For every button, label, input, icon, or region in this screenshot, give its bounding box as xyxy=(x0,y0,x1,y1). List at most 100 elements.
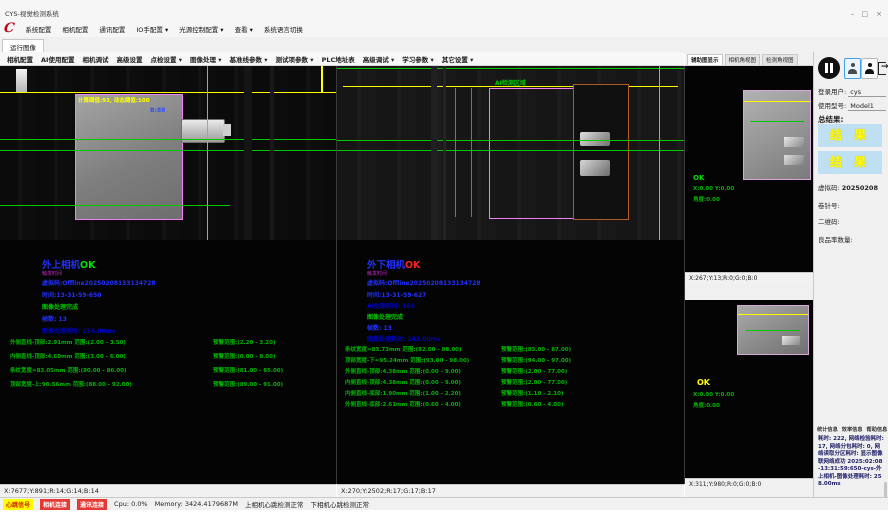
aux-overlay-line: 角度:0.00 xyxy=(693,401,720,409)
process-done-line: 图像处理完成 xyxy=(367,312,403,321)
pixel-readout-aux-2: X:311;Y:980;R:0;G:0;B:0 xyxy=(685,478,813,490)
measure-line-green xyxy=(0,139,336,140)
login-user-value: cys xyxy=(848,88,886,97)
menu-item-light-config[interactable]: 光源控制配置 ▾ xyxy=(179,24,223,34)
result-ok-label: OK xyxy=(405,260,420,271)
logout-arrow-icon: → xyxy=(881,62,888,73)
toolbar-item-ai-usage[interactable]: AI使用配置 xyxy=(41,54,74,64)
ai-region-label: AI检测区域 xyxy=(495,78,526,87)
result-box-lower: 结 果 xyxy=(818,151,882,174)
control-sidebar: → 登录用户: cys 使用型号: Model1 总结果: 结 果 结 果 虚拟… xyxy=(813,52,888,497)
toolbar-item-plc-table[interactable]: PLC地址表 xyxy=(322,54,355,64)
time-line: 时间:13-31-59-627 xyxy=(367,290,426,299)
toolbar-item-camera-debug[interactable]: 相机调试 xyxy=(82,54,108,64)
rv-tab-detect-angle[interactable]: 检测角视图 xyxy=(762,54,798,65)
user-login-button[interactable] xyxy=(844,58,861,79)
measure-line-green xyxy=(0,150,336,151)
measure-line-green-vertical xyxy=(471,88,472,217)
toolbar-item-advanced-debug[interactable]: 高级调试 ▾ xyxy=(363,54,395,64)
pixel-readout-aux-1: X:267;Y:13;R:0;G:0;B:0 xyxy=(685,272,813,284)
yield-count-row: 良品率数量: xyxy=(818,234,853,244)
info-tab-stats[interactable]: 统计信息 xyxy=(817,426,838,433)
menu-item-language-switch[interactable]: 系统语言切换 xyxy=(264,24,303,34)
status-bar: 心跳信号 相机连接 通讯连接 Cpu: 0.0% Memory: 3424.41… xyxy=(0,497,888,510)
menu-item-io-config[interactable]: IO手配置 ▾ xyxy=(136,24,168,34)
result-ok-label: OK xyxy=(80,260,95,271)
laser-line-vertical xyxy=(321,66,323,93)
laser-line-horizontal xyxy=(0,92,336,93)
window-title: CYS-视觉检测系统 xyxy=(5,8,59,18)
menu-item-view[interactable]: 查看 ▾ xyxy=(235,24,253,34)
toolbar-item-other-settings[interactable]: 其它设置 ▾ xyxy=(442,54,474,64)
toolbar-item-learning-params[interactable]: 学习参数 ▾ xyxy=(402,54,434,64)
window-titlebar[interactable]: CYS-视觉检测系统 – □ × xyxy=(0,0,888,21)
memory-usage-text: Memory: 3424.4179687M xyxy=(155,500,238,508)
aux-image-1 xyxy=(743,90,811,180)
aux-view-1[interactable]: OK X:0.00 Y:0.00 角度:0.00 xyxy=(685,66,813,272)
measurement-row: 顶部宽度-下=95.24mm 范围:(93.00 - 98.00) xyxy=(345,356,469,364)
logout-button[interactable]: → xyxy=(876,58,888,77)
maximize-icon[interactable]: □ xyxy=(861,10,868,18)
qr-code-label: 二维码: xyxy=(818,218,840,226)
model-label: 使用型号: xyxy=(818,102,846,110)
toolbar-item-baseline-params[interactable]: 基准线参数 ▾ xyxy=(230,54,268,64)
info-tab-efficiency[interactable]: 效率信息 xyxy=(842,426,863,433)
measurement-row: 外侧直线-顶部:2.91mm 范围:(2.00 - 3.50) xyxy=(10,338,126,346)
aux-view-2[interactable]: OK X:0.00 Y:0.00 角度:0.00 xyxy=(685,300,813,478)
app-logo-icon: C xyxy=(3,22,15,35)
measure-line-green xyxy=(337,140,684,141)
camera-view-lower[interactable]: AI检测区域 外下相机OK 触发时间 虚拟码:Offline2025020813… xyxy=(337,66,685,484)
pixel-readout-upper: X:7677;Y:891;R:14;G:14;B:14 xyxy=(0,484,336,497)
aux-overlay-line: X:0.00 Y:0.00 xyxy=(693,186,734,192)
minimize-icon[interactable]: – xyxy=(851,10,855,18)
toolbar-item-camera-config[interactable]: 相机配置 xyxy=(7,54,33,64)
warning-range: 预警范围:(81.00 - 85.00) xyxy=(213,366,283,374)
texture-streak xyxy=(244,66,252,240)
reel-number-label: 卷针号: xyxy=(818,202,840,210)
toolbar-item-test-params[interactable]: 测试项参数 ▾ xyxy=(276,54,314,64)
result-box-upper: 结 果 xyxy=(818,124,882,147)
rv-tab-camera-angle[interactable]: 相机角视图 xyxy=(725,54,761,65)
measurement-row: 内侧直线-底部:1.90mm 范围:(1.00 - 2.20) xyxy=(345,389,461,397)
tab-run-image[interactable]: 运行图像 xyxy=(2,39,44,53)
toolbar-item-image-processing[interactable]: 图像处理 ▾ xyxy=(190,54,222,64)
menu-item-comm-config[interactable]: 通讯配置 xyxy=(99,24,125,34)
toolbar-item-advanced-settings[interactable]: 高级设置 xyxy=(116,54,142,64)
roi-rect-orange xyxy=(573,84,629,220)
frame-count-line: 帧数: 13 xyxy=(367,323,392,332)
trigger-time-label: 触发时间 xyxy=(42,270,62,277)
warning-range: 预警范围:(0.00 - 8.00) xyxy=(213,352,275,360)
info-tab-help[interactable]: 帮助信息 xyxy=(867,426,888,433)
close-icon[interactable]: × xyxy=(876,10,882,18)
measurement-row: 条纹宽度=83.73mm 范围:(82.00 - 88.00) xyxy=(345,345,462,353)
metal-part xyxy=(784,137,804,147)
rv-tab-aux-display[interactable]: 辅助图显示 xyxy=(687,54,723,65)
measurement-row: 外侧直线-顶部:4.38mm 范围:(0.00 - 9.00) xyxy=(345,367,461,375)
reel-number-row: 卷针号: xyxy=(818,200,840,210)
camera-image-lower[interactable]: AI检测区域 xyxy=(337,66,684,240)
roi-rect-pink xyxy=(489,88,575,219)
measurement-row: 顶部宽度-上:90.56mm 范围:(88.00 - 92.00) xyxy=(10,380,132,388)
connector-tip xyxy=(223,124,231,136)
measure-line-green xyxy=(0,205,230,206)
aux-overlay-line: X:0.00 Y:0.00 xyxy=(693,392,734,398)
threshold-label: 计算阈值:93, 动态阈值:100 xyxy=(78,96,150,104)
log-text: 耗时: 222, 网络检验耗时: 17, 网络分包耗时: 0, 网络读取分区耗时… xyxy=(818,436,884,489)
warning-range: 预警范围:(0.60 - 4.00) xyxy=(501,400,563,408)
app-window: CYS-视觉检测系统 – □ × C 系统配置 相机配置 通讯配置 IO手配置 … xyxy=(0,0,888,522)
toolbar-item-spot-check[interactable]: 点检设置 ▾ xyxy=(150,54,182,64)
status-chip-heartbeat: 心跳信号 xyxy=(3,499,33,510)
menu-bar: C 系统配置 相机配置 通讯配置 IO手配置 ▾ 光源控制配置 ▾ 查看 ▾ 系… xyxy=(0,20,888,37)
camera-view-upper[interactable]: 计算阈值:93, 动态阈值:100 B:88 外上相机OK 触发时间 虚拟码:O… xyxy=(0,66,337,484)
measure-line-green xyxy=(337,68,684,69)
warning-range: 预警范围:(94.00 - 97.00) xyxy=(501,356,571,364)
model-row: 使用型号: Model1 xyxy=(818,100,886,111)
menu-item-system-config[interactable]: 系统配置 xyxy=(25,24,51,34)
info-tab-strip: 统计信息 效率信息 帮助信息 xyxy=(817,426,887,433)
camera-result-title: 外下相机OK xyxy=(367,257,420,271)
camera-image-upper[interactable]: 计算阈值:93, 动态阈值:100 B:88 xyxy=(0,66,336,240)
texture-streak xyxy=(443,66,446,240)
pause-button[interactable] xyxy=(818,57,840,79)
elapsed-line: 图像处理耗时: 256.00ms xyxy=(42,326,115,335)
menu-item-camera-config[interactable]: 相机配置 xyxy=(62,24,88,34)
